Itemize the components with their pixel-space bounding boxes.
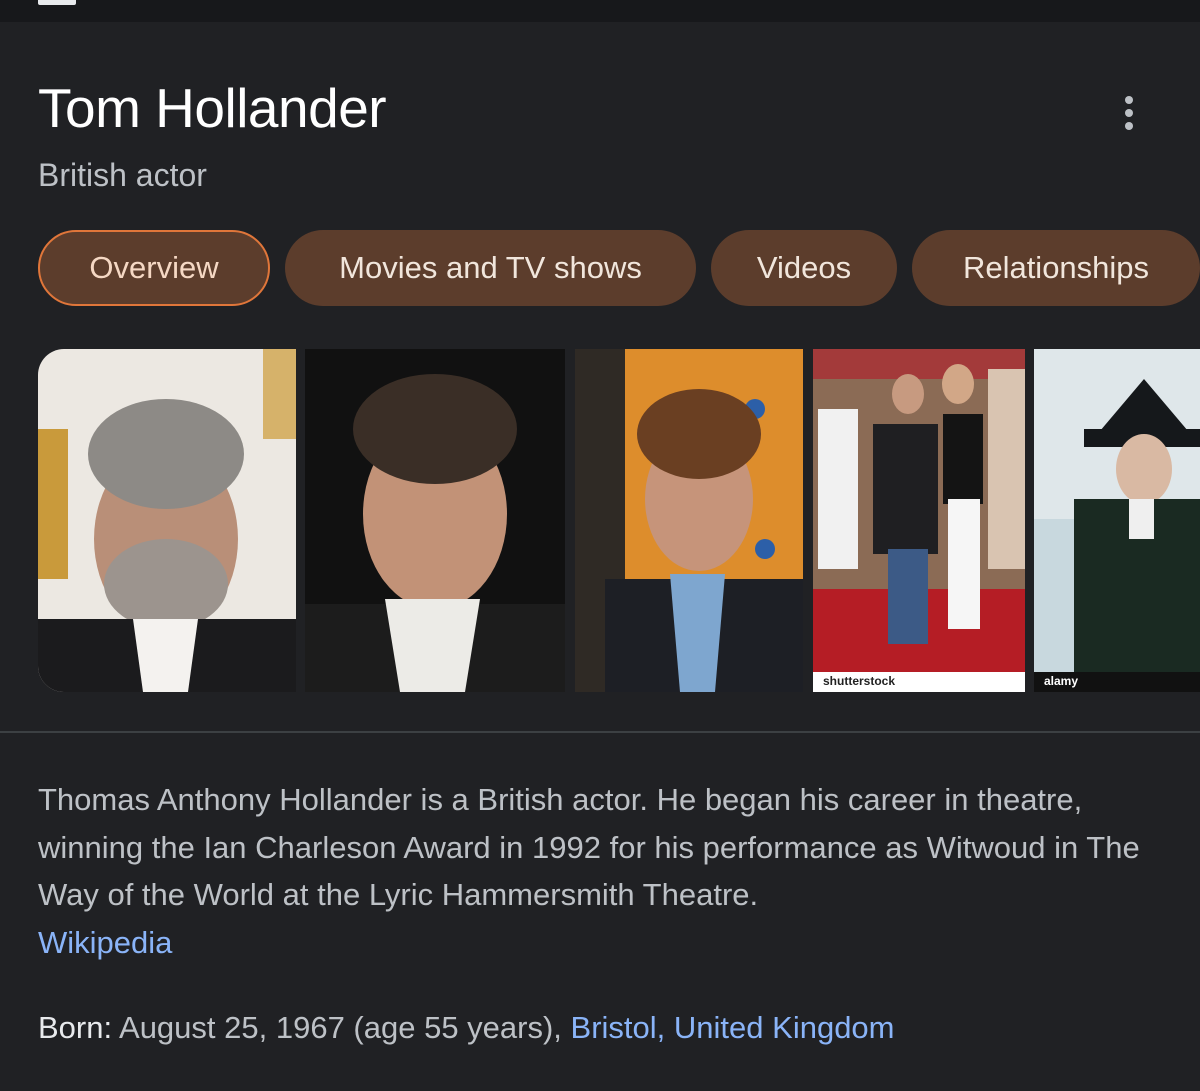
entity-title: Tom Hollander bbox=[38, 77, 387, 139]
born-label: Born: bbox=[38, 1010, 113, 1045]
born-country-link[interactable]: United Kingdom bbox=[674, 1010, 895, 1045]
watermark: alamy bbox=[1044, 674, 1079, 688]
divider bbox=[0, 731, 1200, 733]
tab-overview[interactable]: Overview bbox=[38, 230, 270, 306]
menu-icon[interactable] bbox=[38, 0, 76, 5]
tab-movies-and-tv-shows[interactable]: Movies and TV shows bbox=[285, 230, 696, 306]
more-vert-icon[interactable] bbox=[1108, 92, 1150, 134]
wikipedia-link[interactable]: Wikipedia bbox=[38, 925, 172, 960]
image-thumbnail[interactable]: shutterstock bbox=[813, 349, 1025, 692]
top-bar bbox=[0, 0, 1200, 22]
born-fact: Born: August 25, 1967 (age 55 years), Br… bbox=[38, 1010, 895, 1046]
image-thumbnail[interactable] bbox=[38, 349, 296, 692]
tab-bar: Overview Movies and TV shows Videos Rela… bbox=[38, 230, 1200, 306]
watermark: shutterstock bbox=[823, 674, 896, 688]
entity-subtitle: British actor bbox=[38, 157, 207, 193]
tab-relationships[interactable]: Relationships bbox=[912, 230, 1200, 306]
tab-videos[interactable]: Videos bbox=[711, 230, 897, 306]
description: Thomas Anthony Hollander is a British ac… bbox=[38, 776, 1168, 966]
image-thumbnail[interactable] bbox=[575, 349, 803, 692]
born-city-link[interactable]: Bristol, bbox=[571, 1010, 666, 1045]
image-carousel: shutterstock alamy bbox=[38, 349, 1200, 692]
image-thumbnail[interactable]: alamy bbox=[1034, 349, 1200, 692]
description-text: Thomas Anthony Hollander is a British ac… bbox=[38, 782, 1140, 912]
born-date: August 25, 1967 (age 55 years), bbox=[119, 1010, 562, 1045]
image-thumbnail[interactable] bbox=[305, 349, 565, 692]
